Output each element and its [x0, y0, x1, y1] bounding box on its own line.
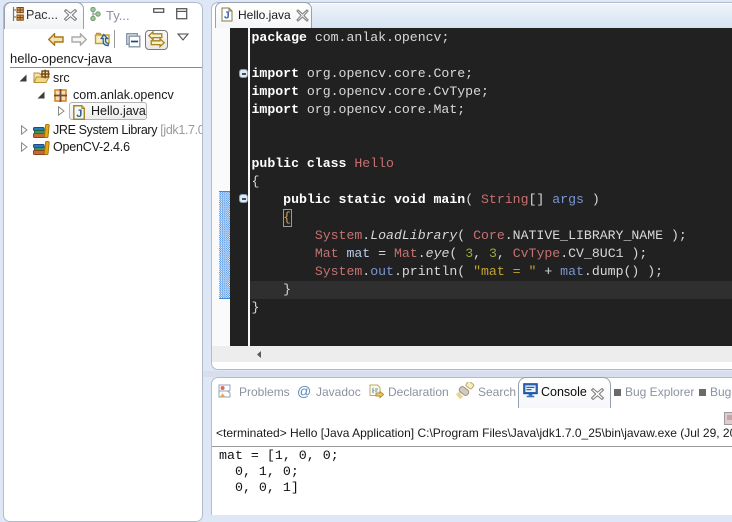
svg-text:J: J: [76, 108, 82, 120]
svg-text:J: J: [224, 11, 230, 22]
